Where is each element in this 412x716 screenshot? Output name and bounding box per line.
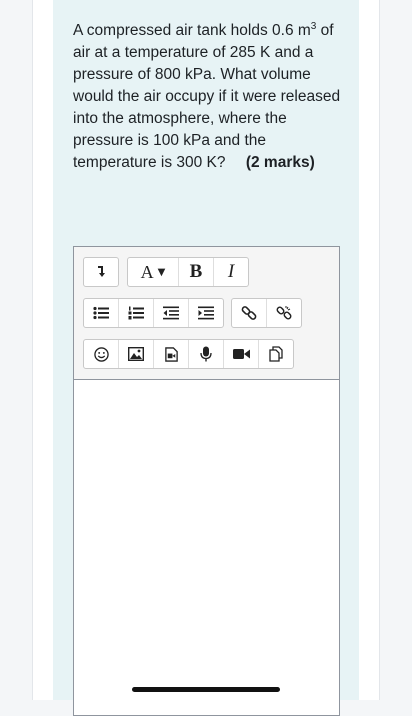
arrow-down-to-bar-icon bbox=[98, 266, 105, 277]
emoji-icon bbox=[93, 346, 109, 362]
italic-icon: I bbox=[227, 261, 235, 282]
question-text: A compressed air tank holds 0.6 m3 of ai… bbox=[73, 20, 345, 174]
italic-button[interactable]: I bbox=[214, 258, 248, 286]
image-button[interactable] bbox=[119, 340, 154, 368]
outdent-icon bbox=[163, 306, 179, 320]
microphone-icon bbox=[200, 346, 212, 362]
video-camera-icon bbox=[232, 349, 250, 359]
link-button[interactable] bbox=[232, 299, 267, 327]
link-group bbox=[231, 298, 302, 328]
font-color-icon: A bbox=[140, 261, 154, 282]
unordered-list-button[interactable] bbox=[84, 299, 119, 327]
font-color-button[interactable]: A ▼ bbox=[128, 258, 179, 286]
cubic-superscript: 3 bbox=[310, 20, 317, 32]
answer-editor: A ▼ B I bbox=[73, 246, 340, 716]
indent-icon bbox=[198, 306, 214, 320]
record-video-button[interactable] bbox=[224, 340, 259, 368]
media-button[interactable] bbox=[154, 340, 189, 368]
ordered-list-icon bbox=[128, 306, 144, 320]
manage-files-icon bbox=[269, 346, 283, 362]
emoji-button[interactable] bbox=[84, 340, 119, 368]
editor-toolbar: A ▼ B I bbox=[74, 247, 339, 380]
bold-icon: B bbox=[189, 261, 203, 282]
editor-text-area[interactable] bbox=[74, 380, 339, 715]
toolbar-toggle-button[interactable] bbox=[84, 258, 118, 286]
media-icon bbox=[164, 346, 178, 362]
unlink-button[interactable] bbox=[267, 299, 301, 327]
question-marks: (2 marks) bbox=[245, 154, 315, 171]
ordered-list-button[interactable] bbox=[119, 299, 154, 327]
chevron-down-icon: ▼ bbox=[157, 266, 166, 278]
indent-button[interactable] bbox=[189, 299, 223, 327]
toolbar-toggle-group bbox=[83, 257, 119, 287]
question-body: of air at a temperature of 285 K and a p… bbox=[73, 22, 341, 171]
record-audio-button[interactable] bbox=[189, 340, 224, 368]
unordered-list-icon bbox=[93, 306, 109, 320]
question-line1: A compressed air tank holds 0.6 m bbox=[73, 22, 311, 39]
list-group bbox=[83, 298, 224, 328]
insert-group bbox=[83, 339, 294, 369]
home-indicator bbox=[132, 687, 280, 692]
format-group: A ▼ B I bbox=[127, 257, 249, 287]
link-icon bbox=[241, 306, 257, 320]
outdent-button[interactable] bbox=[154, 299, 189, 327]
bold-button[interactable]: B bbox=[179, 258, 214, 286]
manage-files-button[interactable] bbox=[259, 340, 293, 368]
unlink-icon bbox=[276, 306, 292, 320]
image-icon bbox=[128, 347, 144, 361]
